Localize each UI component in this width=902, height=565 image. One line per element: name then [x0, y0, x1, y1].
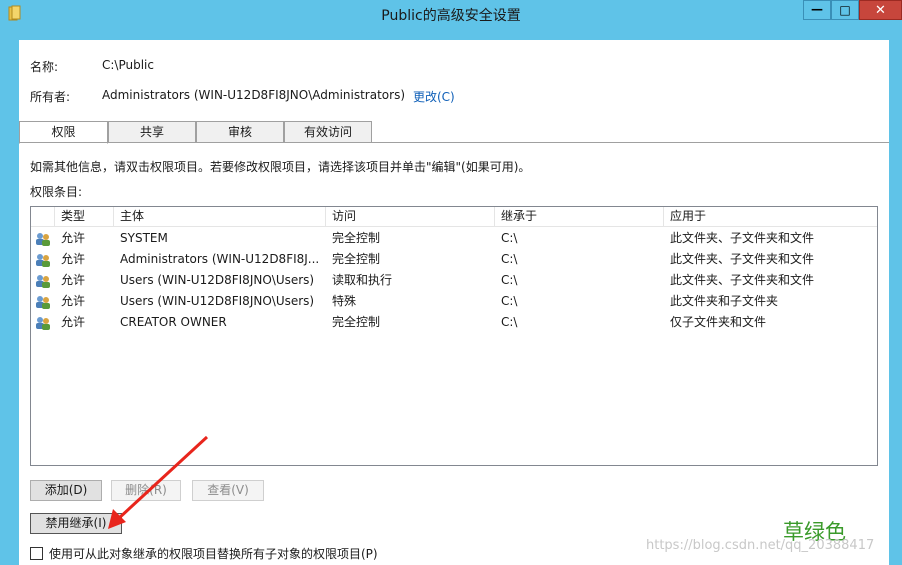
- permission-entries-list[interactable]: 类型 主体 访问 继承于 应用于 允许 SYSTEM 完全控制 C:\ 此文件夹、子文件…: [30, 206, 878, 466]
- access-cell: 完全控制: [332, 315, 381, 329]
- user-group-icon: [36, 275, 50, 288]
- permission-entry-row[interactable]: 允许 Users (WIN-U12D8FI8JNO\Users) 特殊 C:\ 此文件夹…: [31, 291, 877, 312]
- minimize-icon: —: [811, 2, 823, 16]
- permission-entry-row[interactable]: 允许 Administrators (WIN-U12D8FI8J... 完全控制 C:…: [31, 249, 877, 270]
- type-cell: 允许: [61, 294, 86, 308]
- replace-child-permissions-label[interactable]: 使用可从此对象继承的权限项目替换所有子对象的权限项目(P): [49, 545, 378, 562]
- type-cell: 允许: [61, 273, 86, 287]
- principal-cell: Administrators (WIN-U12D8FI8J...: [120, 252, 320, 266]
- type-cell: 允许: [61, 315, 86, 329]
- replace-child-permissions-checkbox[interactable]: [30, 547, 43, 560]
- access-cell: 特殊: [332, 294, 357, 308]
- owner-label: 所有者:: [30, 90, 71, 104]
- type-cell: 允许: [61, 252, 86, 266]
- change-owner-link[interactable]: 更改(C): [413, 88, 455, 105]
- maximize-button[interactable]: □: [831, 0, 859, 20]
- permission-entry-row[interactable]: 允许 Users (WIN-U12D8FI8JNO\Users) 读取和执行 C:\ 此…: [31, 270, 877, 291]
- user-group-icon: [36, 233, 50, 246]
- applies-cell: 此文件夹、子文件夹和文件: [670, 273, 815, 287]
- permissions-hint: 如需其他信息，请双击权限项目。若要修改权限项目，请选择该项目并单击"编辑"(如果…: [30, 160, 531, 174]
- column-header-icon[interactable]: [31, 207, 55, 227]
- remove-button[interactable]: 删除(R): [111, 480, 181, 501]
- type-cell: 允许: [61, 231, 86, 245]
- list-header: 类型 主体 访问 继承于 应用于: [31, 207, 877, 227]
- view-button[interactable]: 查看(V): [192, 480, 264, 501]
- add-button[interactable]: 添加(D): [30, 480, 102, 501]
- permission-entry-row[interactable]: 允许 SYSTEM 完全控制 C:\ 此文件夹、子文件夹和文件: [31, 228, 877, 249]
- principal-cell: SYSTEM: [120, 231, 168, 245]
- user-group-icon: [36, 296, 50, 309]
- column-header-inherited[interactable]: 继承于: [495, 207, 664, 227]
- principal-cell: Users (WIN-U12D8FI8JNO\Users): [120, 294, 315, 308]
- inherited-cell: C:\: [501, 294, 518, 308]
- column-header-access[interactable]: 访问: [326, 207, 495, 227]
- name-label: 名称:: [30, 60, 59, 74]
- principal-cell: CREATOR OWNER: [120, 315, 227, 329]
- owner-value: Administrators (WIN-U12D8FI8JNO\Administ…: [102, 88, 406, 102]
- name-value: C:\Public: [102, 58, 154, 72]
- permission-entries-label: 权限条目:: [30, 185, 83, 199]
- inherited-cell: C:\: [501, 252, 518, 266]
- tab-auditing[interactable]: 审核: [196, 121, 284, 143]
- column-header-type[interactable]: 类型: [55, 207, 114, 227]
- principal-cell: Users (WIN-U12D8FI8JNO\Users): [120, 273, 315, 287]
- applies-cell: 此文件夹、子文件夹和文件: [670, 231, 815, 245]
- tab-sharing[interactable]: 共享: [108, 121, 196, 143]
- maximize-icon: □: [839, 3, 851, 17]
- applies-cell: 仅子文件夹和文件: [670, 315, 767, 329]
- column-header-applies[interactable]: 应用于: [664, 207, 877, 227]
- minimize-button[interactable]: —: [803, 0, 831, 20]
- applies-cell: 此文件夹、子文件夹和文件: [670, 252, 815, 266]
- access-cell: 读取和执行: [332, 273, 393, 287]
- access-cell: 完全控制: [332, 252, 381, 266]
- user-group-icon: [36, 254, 50, 267]
- column-header-principal[interactable]: 主体: [114, 207, 326, 227]
- access-cell: 完全控制: [332, 231, 381, 245]
- title-bar[interactable]: Public的高级安全设置 — □ ✕: [0, 0, 902, 28]
- watermark: https://blog.csdn.net/qq_20388417: [646, 538, 875, 553]
- inherited-cell: C:\: [501, 231, 518, 245]
- disable-inheritance-button[interactable]: 禁用继承(I): [30, 513, 122, 534]
- user-group-icon: [36, 317, 50, 330]
- advanced-security-window: Public的高级安全设置 — □ ✕ 名称: C:\Public 所有者: A…: [0, 0, 902, 565]
- inherited-cell: C:\: [501, 315, 518, 329]
- close-button[interactable]: ✕: [859, 0, 902, 20]
- inherited-cell: C:\: [501, 273, 518, 287]
- tab-effective-access[interactable]: 有效访问: [284, 121, 372, 143]
- permission-entry-row[interactable]: 允许 CREATOR OWNER 完全控制 C:\ 仅子文件夹和文件: [31, 312, 877, 333]
- window-title: Public的高级安全设置: [381, 8, 521, 24]
- dialog-body: 名称: C:\Public 所有者: Administrators (WIN-U…: [19, 40, 889, 565]
- close-icon: ✕: [875, 3, 886, 18]
- applies-cell: 此文件夹和子文件夹: [670, 294, 779, 308]
- tab-permissions[interactable]: 权限: [19, 121, 108, 144]
